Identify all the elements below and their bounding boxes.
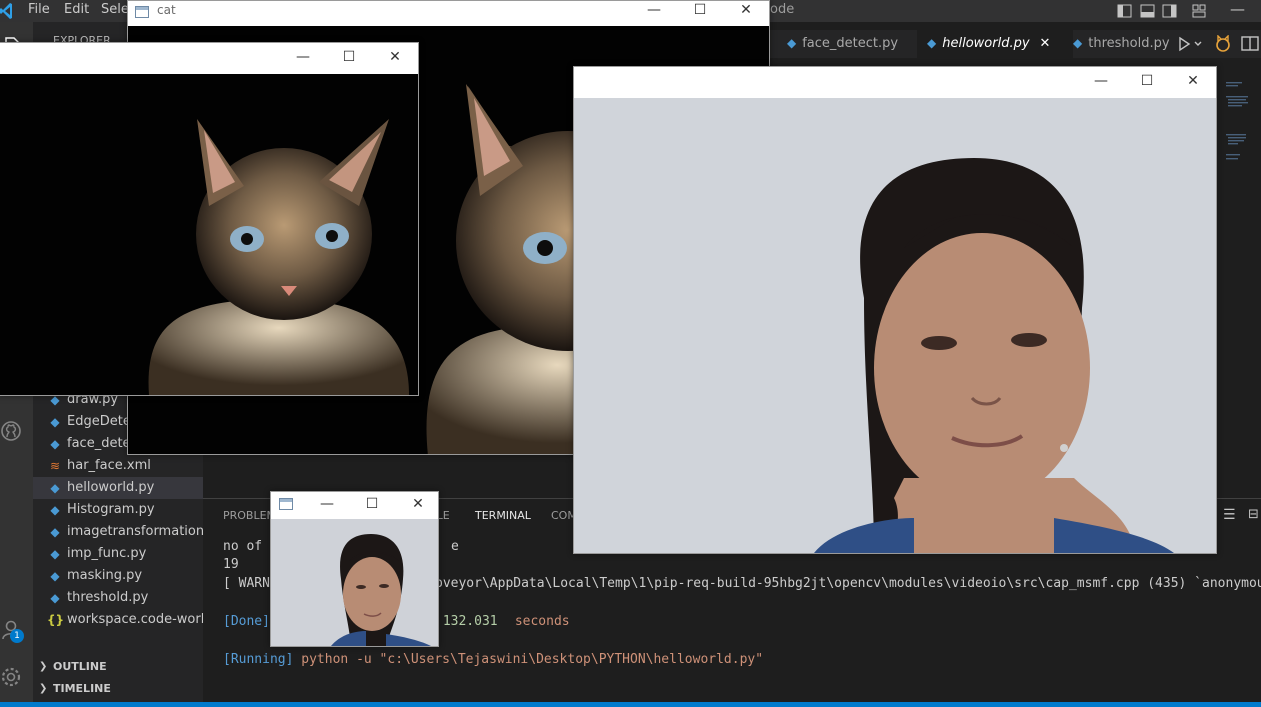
file-name: imagetransformations...: [67, 524, 203, 539]
python-file-icon: ◆: [1073, 36, 1083, 50]
minimize-icon[interactable]: —: [307, 496, 347, 512]
python-file-icon: ◆: [50, 503, 60, 517]
python-file-icon: ◆: [787, 36, 797, 50]
status-bar: [0, 702, 1261, 707]
maximize-icon[interactable]: ☐: [326, 49, 372, 65]
extension-cat-icon[interactable]: [1214, 35, 1232, 53]
chevron-right-icon: ❯: [39, 683, 48, 694]
python-file-icon: ◆: [50, 415, 60, 429]
python-file-icon: ◆: [50, 481, 60, 495]
close-icon[interactable]: ✕: [1170, 73, 1216, 89]
close-tab-icon[interactable]: ✕: [1040, 36, 1051, 51]
python-file-icon: ◆: [50, 437, 60, 451]
accounts-badge: 1: [10, 629, 24, 643]
python-file-icon: ◆: [50, 569, 60, 583]
python-file-icon: ◆: [50, 591, 60, 605]
app-window-icon: [279, 498, 293, 510]
file-item[interactable]: ◆ imp_func.py: [33, 543, 203, 565]
menu-file[interactable]: File: [28, 2, 50, 17]
python-file-icon: ◆: [927, 36, 937, 50]
file-name: har_face.xml: [67, 458, 151, 473]
clear-output-icon[interactable]: ☰: [1223, 507, 1236, 523]
settings-icon[interactable]: [0, 666, 22, 688]
close-icon[interactable]: ✕: [398, 496, 438, 512]
terminal-line: no of e: [223, 539, 459, 554]
webcam-window[interactable]: — ☐ ✕: [573, 66, 1217, 554]
tab-terminal[interactable]: TERMINAL: [475, 509, 531, 522]
file-name: helloworld.py: [67, 480, 155, 495]
file-name: masking.py: [67, 568, 143, 583]
cat-window-titlebar[interactable]: cat — ☐ ✕: [128, 1, 769, 25]
minimap[interactable]: [1220, 72, 1261, 202]
file-item[interactable]: ◆ imagetransformations...: [33, 521, 203, 543]
file-item[interactable]: ≋ har_face.xml: [33, 455, 203, 477]
layout-icon[interactable]: [1117, 3, 1207, 19]
split-editor-icon[interactable]: [1241, 35, 1259, 53]
timeline-section[interactable]: ❯ TIMELINE: [33, 678, 203, 700]
file-item[interactable]: ◆ Histogram.py: [33, 499, 203, 521]
terminal-line: [Done] 132.031 seconds: [223, 614, 570, 629]
file-item[interactable]: ◆ threshold.py: [33, 587, 203, 609]
file-item[interactable]: ◆ helloworld.py: [33, 477, 203, 499]
file-name: Histogram.py: [67, 502, 155, 517]
file-name: threshold.py: [67, 590, 149, 605]
cat-window-title: cat: [157, 3, 176, 17]
menu-selection[interactable]: Sele: [101, 2, 129, 17]
json-file-icon: {}: [47, 613, 65, 627]
window-title: ode: [770, 2, 795, 17]
terminal-line: 19: [223, 557, 239, 572]
file-item[interactable]: {}workspace.code-work...: [33, 609, 203, 631]
close-icon[interactable]: ✕: [372, 49, 418, 65]
file-name: imp_func.py: [67, 546, 147, 561]
webcam-small-titlebar[interactable]: — ☐ ✕: [271, 492, 438, 518]
file-name: workspace.code-work...: [67, 612, 203, 627]
python-file-icon: ◆: [50, 547, 60, 561]
vscode-logo-icon: [0, 3, 12, 19]
terminal-line: [ WARN pveyor\AppData\Local\Temp\1\pip-re…: [223, 576, 1261, 591]
lock-icon[interactable]: ⊟: [1248, 507, 1259, 522]
webcam-image: [574, 98, 1216, 553]
outline-section[interactable]: ❯ OUTLINE: [33, 656, 203, 678]
python-file-icon: ◆: [50, 525, 60, 539]
rescaled-cat-window[interactable]: — ☐ ✕: [0, 42, 419, 396]
close-icon[interactable]: ✕: [723, 2, 769, 18]
minimize-icon[interactable]: —: [1078, 73, 1124, 89]
tab-problems[interactable]: PROBLEM: [223, 509, 276, 522]
rescaled-cat-image: [0, 74, 418, 395]
terminal-line: [Running] python -u "c:\Users\Tejaswini\…: [223, 652, 764, 667]
maximize-icon[interactable]: ☐: [677, 2, 723, 18]
run-icon[interactable]: [1177, 36, 1207, 52]
minimize-icon[interactable]: —: [631, 2, 677, 18]
file-item[interactable]: ◆ masking.py: [33, 565, 203, 587]
minimize-icon[interactable]: —: [280, 49, 326, 65]
vscode-minimize-icon[interactable]: —: [1230, 0, 1245, 18]
app-window-icon: [135, 6, 149, 18]
github-icon[interactable]: [0, 420, 22, 442]
webcam-window-titlebar[interactable]: — ☐ ✕: [574, 67, 1216, 97]
xml-file-icon: ≋: [49, 459, 61, 473]
maximize-icon[interactable]: ☐: [1124, 73, 1170, 89]
maximize-icon[interactable]: ☐: [352, 496, 392, 512]
webcam-small-window[interactable]: — ☐ ✕: [270, 491, 439, 647]
menu-edit[interactable]: Edit: [64, 2, 89, 17]
rescaled-window-titlebar[interactable]: — ☐ ✕: [0, 43, 418, 73]
webcam-small-image: [271, 519, 438, 646]
tab-helloworld[interactable]: ◆ helloworld.py ✕: [917, 30, 1073, 58]
tab-face-detect[interactable]: ◆ face_detect.py: [783, 30, 913, 58]
chevron-right-icon: ❯: [39, 661, 48, 672]
